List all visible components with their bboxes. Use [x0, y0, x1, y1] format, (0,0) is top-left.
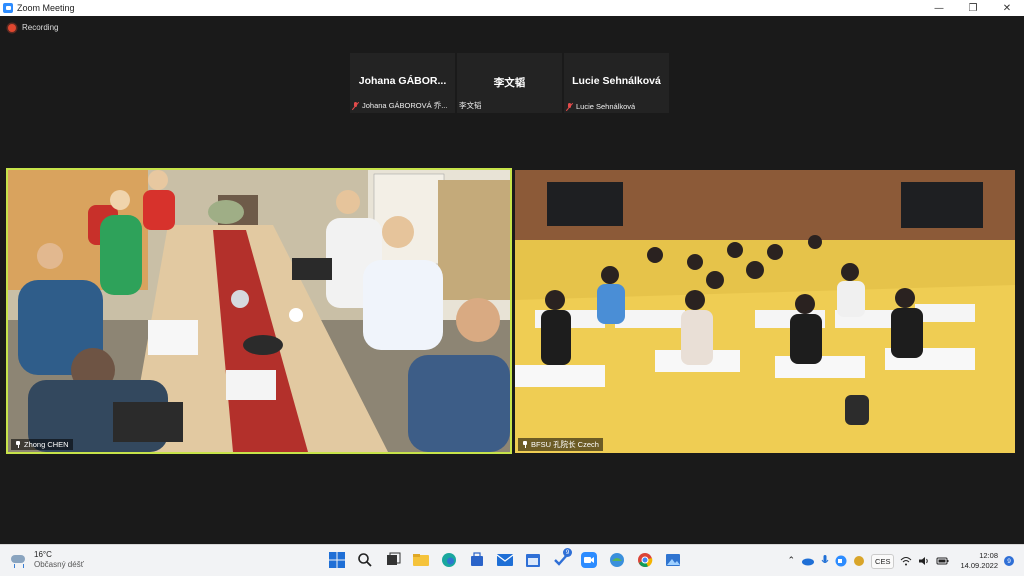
- participant-thumbnail[interactable]: Johana GÁBOR... Johana GÁBOROVÁ 乔...: [350, 53, 455, 113]
- taskbar-pinned-apps: 9: [326, 548, 684, 571]
- rain-cloud-icon: [10, 551, 28, 569]
- language-indicator[interactable]: CES: [871, 553, 895, 569]
- volume-icon[interactable]: [918, 556, 930, 566]
- calendar-icon[interactable]: [522, 549, 544, 571]
- store-icon[interactable]: [466, 549, 488, 571]
- participant-label-text: Lucie Sehnálková: [576, 102, 636, 111]
- participant-label: Lucie Sehnálková: [566, 102, 635, 111]
- window-titlebar: Zoom Meeting — ❐ ✕: [0, 0, 1024, 16]
- video-name-label: Zhong CHEN: [11, 439, 73, 450]
- participant-thumbnail[interactable]: 李文韬 李文韬: [457, 53, 562, 113]
- recording-indicator[interactable]: Recording: [8, 23, 58, 32]
- weather-desc: Občasný déšť: [34, 560, 84, 569]
- photos-icon[interactable]: [662, 549, 684, 571]
- participant-display-name: Lucie Sehnálková: [572, 75, 661, 87]
- edge-icon[interactable]: [438, 549, 460, 571]
- chrome-icon[interactable]: [634, 549, 656, 571]
- meeting-room-video: [8, 170, 510, 452]
- pin-icon: [15, 441, 21, 448]
- file-explorer-icon[interactable]: [410, 549, 432, 571]
- recording-label: Recording: [22, 23, 59, 32]
- clock[interactable]: 12:08 14.09.2022: [960, 551, 998, 571]
- mic-muted-icon: [566, 102, 573, 111]
- windows-taskbar: 16°C Občasný déšť 9 ⌃ CES 12:08 14.09.20…: [0, 544, 1024, 576]
- video-name-text: BFSU 孔院长 Czech: [531, 440, 599, 449]
- participant-thumbnail[interactable]: Lucie Sehnálková Lucie Sehnálková: [564, 53, 669, 113]
- zoom-tray-icon[interactable]: [835, 555, 847, 567]
- wifi-icon[interactable]: [900, 556, 912, 566]
- search-icon[interactable]: [354, 549, 376, 571]
- participant-label: 李文韬: [459, 100, 482, 111]
- clock-date: 14.09.2022: [960, 561, 998, 570]
- participant-display-name: Johana GÁBOR...: [358, 75, 447, 87]
- mail-icon[interactable]: [494, 549, 516, 571]
- zoom-icon[interactable]: [578, 549, 600, 571]
- weather-widget[interactable]: 16°C Občasný déšť: [10, 550, 84, 570]
- participant-thumbnails: Johana GÁBOR... Johana GÁBOROVÁ 乔... 李文韬…: [350, 53, 669, 113]
- clock-time: 12:08: [979, 551, 998, 560]
- window-controls: — ❐ ✕: [922, 0, 1024, 16]
- weather-temp: 16°C: [34, 550, 52, 559]
- participant-label-text: 李文韬: [459, 101, 482, 110]
- pin-icon: [522, 441, 528, 448]
- chevron-up-icon[interactable]: ⌃: [787, 556, 795, 566]
- participant-display-name: 李文韬: [493, 77, 526, 89]
- video-tile-active-speaker[interactable]: Zhong CHEN: [6, 168, 512, 454]
- participant-label-text: Johana GÁBOROVÁ 乔...: [362, 101, 448, 110]
- zoom-app-icon: [3, 3, 13, 13]
- video-name-text: Zhong CHEN: [24, 440, 69, 449]
- windows-start-icon[interactable]: [326, 549, 348, 571]
- tray-app-icon[interactable]: [853, 555, 865, 567]
- classroom-video: [515, 170, 1015, 453]
- recording-icon: [8, 23, 16, 32]
- participant-label: Johana GÁBOROVÁ 乔...: [352, 100, 447, 111]
- app-icon[interactable]: [606, 549, 628, 571]
- mic-muted-icon: [352, 101, 359, 110]
- notification-badge[interactable]: 9: [1004, 556, 1014, 566]
- video-tile[interactable]: BFSU 孔院长 Czech: [515, 170, 1015, 453]
- task-view-icon[interactable]: [382, 549, 404, 571]
- battery-icon[interactable]: [936, 556, 950, 566]
- close-button[interactable]: ✕: [990, 0, 1024, 16]
- maximize-button[interactable]: ❐: [956, 0, 990, 16]
- microphone-icon[interactable]: [821, 555, 829, 567]
- video-name-label: BFSU 孔院长 Czech: [518, 438, 603, 451]
- system-tray: ⌃ CES 12:08 14.09.2022 9: [787, 549, 1014, 573]
- onedrive-icon[interactable]: [801, 556, 815, 566]
- meeting-stage: Recording Johana GÁBOR... Johana GÁBOROV…: [0, 16, 1024, 544]
- minimize-button[interactable]: —: [922, 0, 956, 16]
- todo-icon[interactable]: 9: [550, 548, 572, 571]
- todo-badge: 9: [563, 548, 572, 557]
- window-title: Zoom Meeting: [17, 3, 75, 13]
